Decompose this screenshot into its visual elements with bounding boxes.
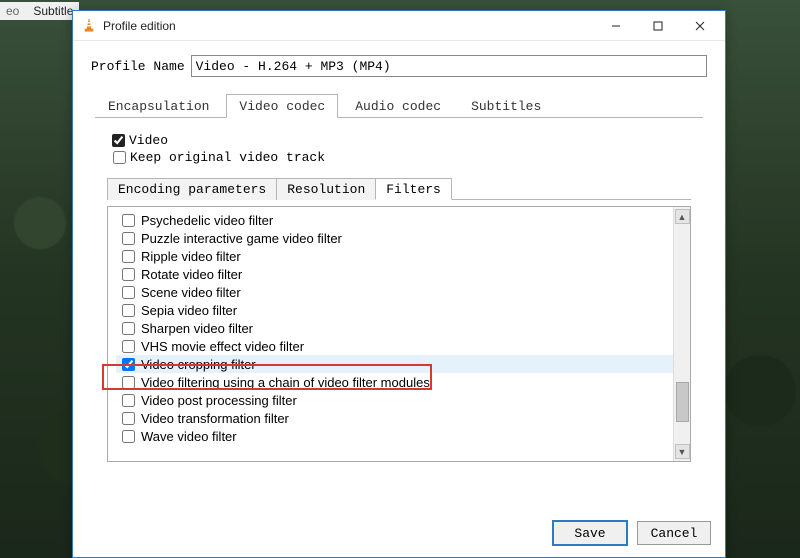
filter-label: Sepia video filter — [141, 303, 237, 318]
filter-checkbox[interactable] — [122, 304, 135, 317]
profile-edition-dialog: Profile edition Profile Name Encapsulati… — [72, 10, 726, 558]
scroll-up-icon[interactable]: ▲ — [675, 209, 690, 224]
filter-item[interactable]: Video post processing filter — [116, 391, 673, 409]
minimize-button[interactable] — [595, 12, 637, 40]
filter-label: Video cropping filter — [141, 357, 256, 372]
filter-checkbox[interactable] — [122, 232, 135, 245]
filter-label: Rotate video filter — [141, 267, 242, 282]
filter-checkbox[interactable] — [122, 358, 135, 371]
profile-name-row: Profile Name — [91, 55, 707, 77]
subtab-filters[interactable]: Filters — [375, 178, 452, 200]
video-codec-tabpage: Video Keep original video track Encoding… — [91, 118, 707, 501]
bg-menu-item: eo — [6, 4, 19, 18]
filter-item[interactable]: Sharpen video filter — [116, 319, 673, 337]
video-enable-label: Video — [129, 133, 168, 148]
bg-menu-item: Subtitle — [33, 4, 73, 18]
dialog-content: Profile Name EncapsulationVideo codecAud… — [73, 41, 725, 511]
video-enable-checkbox[interactable] — [112, 134, 125, 147]
filter-checkbox[interactable] — [122, 250, 135, 263]
filter-checkbox[interactable] — [122, 214, 135, 227]
keep-original-row[interactable]: Keep original video track — [109, 148, 691, 167]
filter-label: Video filtering using a chain of video f… — [141, 375, 430, 390]
titlebar: Profile edition — [73, 11, 725, 41]
tab-subtitles[interactable]: Subtitles — [458, 94, 554, 118]
filter-label: Psychedelic video filter — [141, 213, 273, 228]
background-menubar: eo Subtitle — [0, 2, 79, 20]
filter-label: Puzzle interactive game video filter — [141, 231, 342, 246]
filter-checkbox[interactable] — [122, 412, 135, 425]
video-group: Video Keep original video track Encoding… — [99, 132, 699, 476]
filters-list[interactable]: Psychedelic video filter Puzzle interacti… — [108, 207, 673, 461]
scrollbar[interactable]: ▲ ▼ — [673, 207, 690, 461]
subtab-encoding[interactable]: Encoding parameters — [107, 178, 277, 200]
profile-name-label: Profile Name — [91, 59, 185, 74]
close-button[interactable] — [679, 12, 721, 40]
filter-checkbox[interactable] — [122, 340, 135, 353]
keep-original-checkbox[interactable] — [113, 151, 126, 164]
filter-checkbox[interactable] — [122, 376, 135, 389]
filter-checkbox[interactable] — [122, 394, 135, 407]
scroll-thumb[interactable] — [676, 382, 689, 422]
filter-label: Video post processing filter — [141, 393, 297, 408]
scroll-down-icon[interactable]: ▼ — [675, 444, 690, 459]
filter-item[interactable]: Sepia video filter — [116, 301, 673, 319]
tab-audio-codec[interactable]: Audio codec — [342, 94, 454, 118]
filter-item[interactable]: Psychedelic video filter — [116, 211, 673, 229]
filter-item[interactable]: Ripple video filter — [116, 247, 673, 265]
filter-checkbox[interactable] — [122, 322, 135, 335]
filter-item[interactable]: VHS movie effect video filter — [116, 337, 673, 355]
filter-label: Sharpen video filter — [141, 321, 253, 336]
sub-tabstrip: Encoding parametersResolutionFilters — [107, 177, 691, 200]
cancel-button[interactable]: Cancel — [637, 521, 711, 545]
filter-checkbox[interactable] — [122, 268, 135, 281]
filter-label: VHS movie effect video filter — [141, 339, 304, 354]
video-checkbox-legend[interactable]: Video — [105, 131, 171, 150]
filter-checkbox[interactable] — [122, 286, 135, 299]
filter-item[interactable]: Video transformation filter — [116, 409, 673, 427]
filter-item[interactable]: Scene video filter — [116, 283, 673, 301]
filter-label: Scene video filter — [141, 285, 241, 300]
maximize-button[interactable] — [637, 12, 679, 40]
filter-label: Ripple video filter — [141, 249, 241, 264]
filter-item[interactable]: Rotate video filter — [116, 265, 673, 283]
filter-label: Video transformation filter — [141, 411, 289, 426]
save-button[interactable]: Save — [553, 521, 627, 545]
filter-item[interactable]: Wave video filter — [116, 427, 673, 445]
filter-item[interactable]: Puzzle interactive game video filter — [116, 229, 673, 247]
vlc-cone-icon — [81, 18, 97, 34]
window-title: Profile edition — [103, 19, 176, 33]
filter-label: Wave video filter — [141, 429, 237, 444]
tab-video-codec[interactable]: Video codec — [226, 94, 338, 118]
main-tabstrip: EncapsulationVideo codecAudio codecSubti… — [95, 93, 703, 118]
filter-item[interactable]: Video cropping filter — [116, 355, 673, 373]
filters-listbox: Psychedelic video filter Puzzle interacti… — [107, 206, 691, 462]
filter-checkbox[interactable] — [122, 430, 135, 443]
filter-item[interactable]: Video filtering using a chain of video f… — [116, 373, 673, 391]
keep-original-label: Keep original video track — [130, 150, 325, 165]
subtab-resolution[interactable]: Resolution — [276, 178, 376, 200]
tab-encapsulation[interactable]: Encapsulation — [95, 94, 222, 118]
profile-name-input[interactable] — [191, 55, 707, 77]
dialog-button-row: Save Cancel — [73, 511, 725, 557]
